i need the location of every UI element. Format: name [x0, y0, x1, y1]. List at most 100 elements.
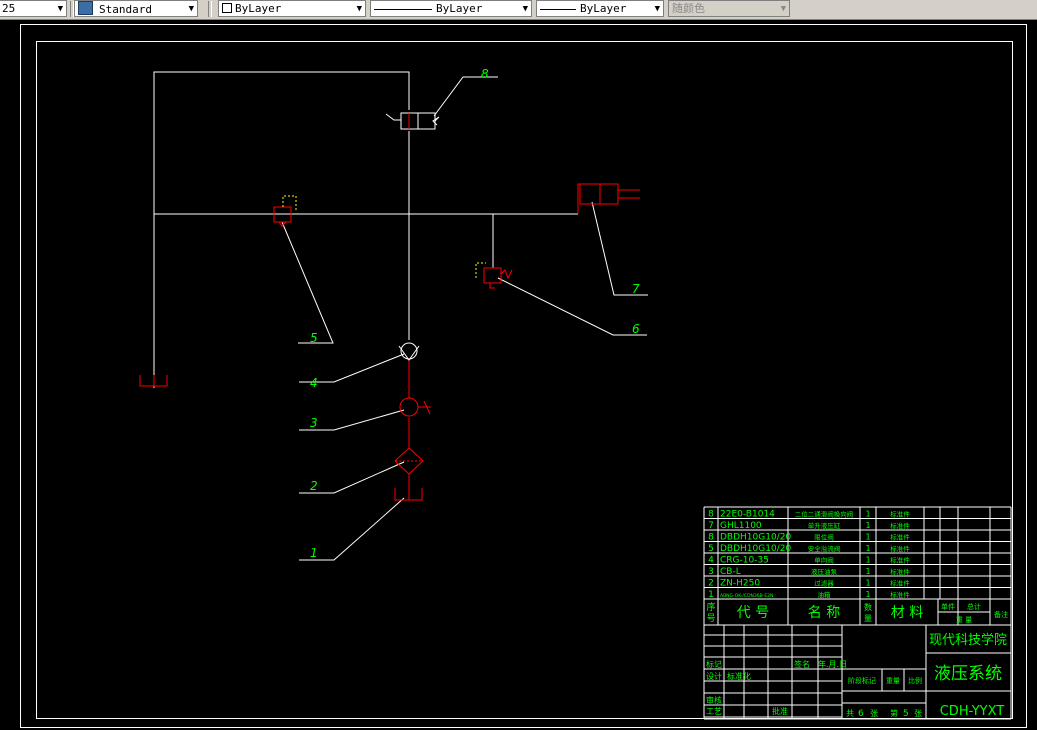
part-no: 1: [708, 590, 714, 600]
header-qty: 数: [864, 602, 872, 612]
part-qty: 1: [865, 590, 870, 599]
part-no: 8: [708, 533, 714, 543]
callout-numbers: 1 2 3 4 5 6 7 8: [310, 67, 640, 560]
cad-window: 25 ▼ Standard ▼ ByLayer ▼ ByLayer ▼ ByLa…: [0, 0, 1037, 730]
part-name: 单向阀: [814, 556, 834, 565]
part-code: 22E0-B1014: [720, 510, 775, 520]
part-code: ZN-H250: [720, 579, 760, 589]
scale-value: 25: [2, 2, 16, 15]
part-qty: 1: [865, 521, 870, 530]
pump-symbol: [399, 397, 419, 417]
label-standardize: 标准化: [727, 671, 751, 681]
part-qty: 1: [865, 533, 870, 542]
part-code: GHL1100: [720, 521, 762, 531]
part-material: 标准件: [890, 556, 910, 565]
plotstyle-dropdown[interactable]: 随颜色 ▼: [668, 0, 790, 17]
sheet-no: 5: [903, 709, 909, 719]
callout-2: 2: [310, 479, 318, 493]
part-code: ABNG-OK-/CDN36B-E2N: [720, 593, 773, 599]
chevron-down-icon: ▼: [188, 4, 194, 14]
cylinder-feed: [577, 183, 600, 214]
chevron-down-icon: ▼: [522, 4, 528, 14]
part-no: 2: [708, 579, 714, 589]
header-code: 代 号: [737, 605, 769, 621]
lineweight-value: ByLayer: [580, 2, 627, 15]
drawing-code: CDH-YYXT: [940, 704, 1005, 719]
part-name: 二位二通滑阀换向阀: [795, 510, 854, 519]
part-no: 8: [708, 510, 714, 520]
part-name: 限位阀: [814, 533, 834, 542]
header-no-2: 号: [706, 613, 715, 624]
header-unit-weight: 单件: [941, 602, 955, 611]
label-design: 设计: [706, 671, 722, 681]
part-code: DBDH10G10/20: [720, 544, 791, 554]
label-mark: 标记: [706, 659, 722, 669]
callout-1: 1: [310, 546, 318, 560]
layer-value: ByLayer: [235, 2, 282, 15]
linetype-preview: [374, 8, 432, 10]
part-qty: 1: [865, 510, 870, 519]
drawing-canvas[interactable]: 1 2 3 4 5 6 7 8 8 22E0-B1014 二位二通滑阀换向阀 1 标准件…: [0, 20, 1037, 730]
header-material: 材 料: [891, 605, 923, 621]
part-code: DBDH10G10/20: [720, 533, 791, 543]
part-code: CRG-10-35: [720, 556, 769, 566]
callout-3: 3: [310, 416, 318, 430]
part-name: 过滤器: [814, 579, 834, 588]
leader-8: [433, 76, 498, 117]
relief-5-pilot: [282, 195, 297, 210]
part-qty: 1: [865, 579, 870, 588]
part-name: 液压油泵: [811, 567, 838, 576]
properties-toolbar: 25 ▼ Standard ▼ ByLayer ▼ ByLayer ▼ ByLa…: [0, 0, 1037, 20]
header-name: 名 称: [808, 605, 840, 621]
sheet-total: 6: [858, 709, 864, 719]
drawing-title: 液压系统: [934, 664, 1002, 684]
part-name: 油箱: [818, 590, 832, 599]
part-material: 标准件: [890, 579, 910, 588]
text-style-icon: [78, 1, 93, 15]
lineweight-preview: [540, 8, 576, 10]
valve-8-actuator: [385, 113, 401, 121]
part-name: 单升液压缸: [808, 521, 841, 530]
part-code: CB-L: [720, 567, 741, 577]
part-qty: 1: [865, 544, 870, 553]
linetype-value: ByLayer: [436, 2, 483, 15]
plotstyle-value: 随颜色: [672, 2, 705, 15]
check-valve-4: [398, 342, 420, 361]
part-qty: 1: [865, 556, 870, 565]
chevron-down-icon: ▼: [654, 4, 660, 14]
label-stage-mark: 阶段标记: [848, 676, 876, 685]
toolbar-separator: [208, 1, 212, 17]
label-sheets: 张: [870, 709, 878, 718]
part-no: 4: [708, 556, 714, 566]
school-name: 现代科技学院: [929, 632, 1007, 648]
scale-dropdown[interactable]: 25 ▼: [0, 0, 67, 17]
cylinder-7-body: [579, 183, 619, 205]
header-no: 序: [706, 601, 715, 613]
part-no: 3: [708, 567, 714, 577]
main-return-line: [153, 71, 410, 388]
layer-dropdown[interactable]: ByLayer ▼: [218, 0, 366, 17]
pilot-lines: [282, 195, 486, 278]
label-scale: 比例: [908, 676, 922, 685]
part-qty: 1: [865, 567, 870, 576]
part-no: 5: [708, 544, 714, 554]
label-weight: 重量: [886, 677, 900, 685]
label-date: 年.月.日: [818, 659, 847, 669]
text-style-dropdown[interactable]: Standard ▼: [74, 0, 198, 17]
part-no: 7: [708, 521, 714, 531]
hydraulic-lines: [153, 71, 648, 561]
leader-6: [497, 277, 647, 336]
lineweight-dropdown[interactable]: ByLayer ▼: [536, 0, 664, 17]
linetype-dropdown[interactable]: ByLayer ▼: [370, 0, 532, 17]
part-material: 标准件: [890, 544, 910, 553]
chevron-down-icon: ▼: [57, 4, 63, 14]
label-signature: 签名: [794, 659, 810, 669]
label-review: 审核: [706, 695, 722, 705]
label-page: 张: [914, 709, 922, 718]
header-weight: 重 量: [956, 616, 972, 624]
header-remarks: 备注: [994, 610, 1008, 619]
relief-valve-6-drain: [489, 283, 495, 289]
part-name: 安全溢流阀: [808, 544, 841, 553]
color-swatch-icon: [222, 3, 232, 13]
callout-4: 4: [310, 376, 318, 390]
